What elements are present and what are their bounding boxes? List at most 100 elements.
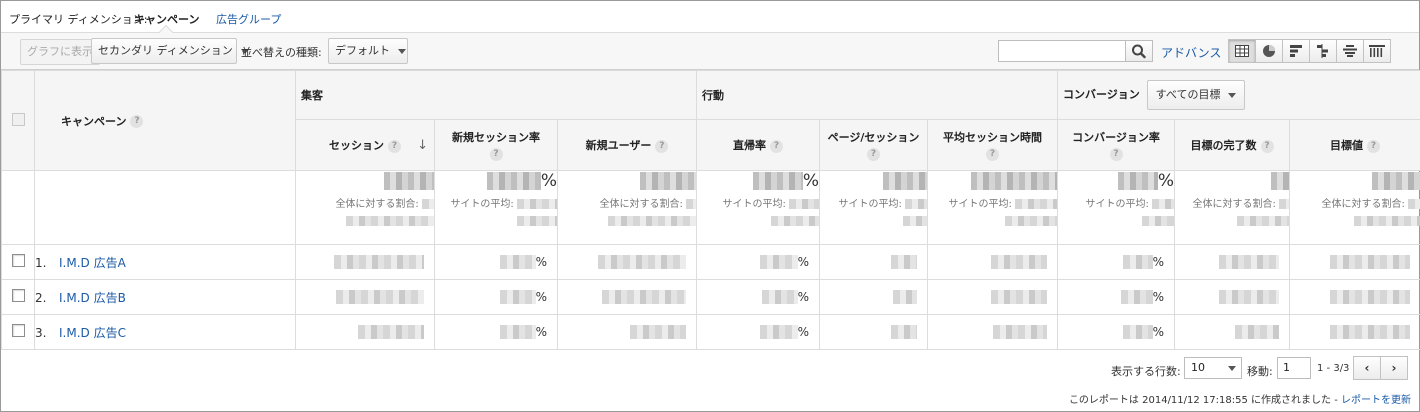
next-page-button[interactable]: › — [1380, 356, 1408, 380]
percent-sign: % — [1152, 289, 1165, 304]
column-header-new-session-rate[interactable]: 新規セッション率? — [434, 119, 558, 171]
chevron-down-icon — [1228, 366, 1236, 371]
help-icon[interactable]: ? — [655, 139, 669, 153]
help-icon[interactable]: ? — [867, 148, 881, 161]
prev-page-button[interactable]: ‹ — [1353, 356, 1381, 380]
help-icon[interactable]: ? — [1367, 139, 1381, 153]
redacted-value — [759, 325, 798, 340]
row-checkbox[interactable] — [11, 324, 25, 337]
redacted-value — [1279, 199, 1290, 209]
column-header-bounce-rate[interactable]: 直帰率? — [696, 119, 821, 171]
redacted-value — [991, 255, 1048, 270]
table-view-button[interactable] — [1228, 39, 1256, 63]
column-header-sessions[interactable]: セッション? ↓ — [295, 119, 435, 171]
row-checkbox[interactable] — [11, 289, 25, 302]
redacted-value — [517, 199, 557, 209]
help-icon[interactable]: ? — [489, 148, 503, 161]
row-index: 2. — [35, 290, 47, 305]
secondary-dimension-dropdown[interactable]: セカンダリ ディメンション — [91, 38, 249, 64]
help-icon[interactable]: ? — [130, 115, 144, 128]
term-cloud-view-button[interactable] — [1336, 39, 1364, 63]
redacted-value — [1122, 255, 1153, 270]
comparison-view-button[interactable] — [1309, 39, 1337, 63]
behavior-group-header: 行動 — [696, 70, 1059, 120]
percent-sign: % — [1157, 171, 1175, 191]
redacted-value — [517, 216, 557, 226]
column-header-new-users[interactable]: 新規ユーザー? — [556, 119, 698, 171]
redacted-value — [336, 290, 424, 305]
redacted-value — [334, 255, 424, 270]
redacted-value — [905, 199, 928, 209]
redacted-value — [686, 199, 697, 209]
column-header-pages-per-session[interactable]: ページ/セッション? — [819, 119, 929, 171]
refresh-report-link[interactable]: レポートを更新 — [1341, 395, 1411, 406]
report-table: キャンペーン? 集客 行動 コンバージョン すべての目標 セッション? ↓ 新規… — [1, 70, 1420, 350]
select-all-checkbox[interactable] — [11, 112, 25, 126]
help-icon[interactable]: ? — [1109, 148, 1123, 161]
help-icon[interactable]: ? — [1260, 139, 1274, 153]
redacted-value — [1015, 199, 1058, 209]
table-search-input[interactable] — [998, 40, 1126, 62]
redacted-value — [891, 325, 918, 340]
goto-page-input[interactable]: 1 — [1277, 357, 1311, 379]
secondary-dimension-label: セカンダリ ディメンション — [98, 44, 233, 57]
row-index: 3. — [35, 325, 47, 340]
site-average-label: サイトの平均: — [838, 199, 902, 210]
campaign-cell: 2. I.M.D 広告B — [34, 279, 296, 315]
redacted-value — [1354, 216, 1420, 226]
help-icon[interactable]: ? — [986, 148, 1000, 161]
column-label-new-session-rate: 新規セッション率 — [452, 131, 540, 144]
table-row: 2. I.M.D 広告B % % % — [1, 279, 1420, 315]
total-conversion-rate: % サイトの平均: — [1057, 170, 1176, 245]
dimension-header[interactable]: キャンペーン — [61, 115, 126, 128]
redacted-value — [1330, 325, 1411, 340]
campaign-link[interactable]: I.M.D 広告C — [59, 326, 126, 340]
goal-selector-dropdown[interactable]: すべての目標 — [1146, 80, 1246, 110]
column-header-goal-value[interactable]: 目標値? — [1289, 119, 1420, 171]
chevron-down-icon — [1228, 92, 1237, 98]
sort-type-label: 並べ替えの種類: — [241, 46, 322, 59]
plot-rows-button[interactable]: グラフに表示 — [20, 39, 100, 65]
performance-view-button[interactable] — [1282, 39, 1310, 63]
help-icon[interactable]: ? — [770, 139, 784, 153]
percent-sign: % — [535, 289, 547, 304]
column-label-goal-completions: 目標の完了数 — [1190, 139, 1257, 152]
column-header-conversion-rate[interactable]: コンバージョン率? — [1057, 119, 1176, 171]
campaign-link[interactable]: I.M.D 広告B — [59, 291, 126, 305]
percent-sign: % — [535, 254, 547, 269]
percent-sign: % — [535, 324, 547, 339]
chevron-left-icon: ‹ — [1364, 361, 1370, 375]
redacted-value — [602, 290, 687, 305]
redacted-value — [971, 172, 1058, 190]
redacted-value — [1408, 199, 1420, 209]
redacted-value — [1235, 325, 1280, 340]
term-cloud-view-icon — [1343, 45, 1357, 57]
help-icon[interactable]: ? — [388, 139, 401, 153]
redacted-value — [903, 216, 928, 226]
primary-dimension-adgroup-link[interactable]: 広告グループ — [216, 11, 281, 27]
campaign-link[interactable]: I.M.D 広告A — [59, 256, 126, 270]
conversion-group-header: コンバージョン すべての目標 — [1057, 70, 1420, 120]
pie-view-button[interactable] — [1255, 39, 1283, 63]
search-icon — [1132, 44, 1146, 59]
primary-dimension-campaign[interactable]: キャンペーン — [134, 11, 199, 27]
redacted-value — [640, 172, 697, 190]
table-footer: 表示する行数: 10 移動: 1 1 - 3/3 ‹ › このレポートは 201… — [1, 349, 1419, 411]
table-row: 1. I.M.D 広告A % % % — [1, 244, 1420, 280]
table-toolbar: グラフに表示 セカンダリ ディメンション 並べ替えの種類: デフォルト アドバン… — [1, 33, 1419, 70]
row-checkbox[interactable] — [11, 254, 25, 267]
search-button[interactable] — [1125, 40, 1153, 62]
column-label-goal-value: 目標値 — [1330, 139, 1364, 152]
pivot-view-button[interactable] — [1363, 39, 1391, 63]
total-new-session-rate: % サイトの平均: — [434, 170, 558, 245]
totals-label-cell — [34, 170, 296, 245]
advanced-filter-link[interactable]: アドバンス — [1161, 44, 1221, 61]
total-goal-completions: 全体に対する割合: — [1174, 170, 1291, 245]
redacted-value — [761, 290, 798, 305]
rows-per-page-dropdown[interactable]: 10 — [1184, 357, 1242, 379]
pager: ‹ › — [1353, 356, 1408, 380]
sort-type-dropdown[interactable]: デフォルト — [328, 38, 408, 64]
column-header-goal-completions[interactable]: 目標の完了数? — [1174, 119, 1291, 171]
column-header-avg-session-duration[interactable]: 平均セッション時間? — [927, 119, 1059, 171]
redacted-value — [499, 255, 536, 270]
